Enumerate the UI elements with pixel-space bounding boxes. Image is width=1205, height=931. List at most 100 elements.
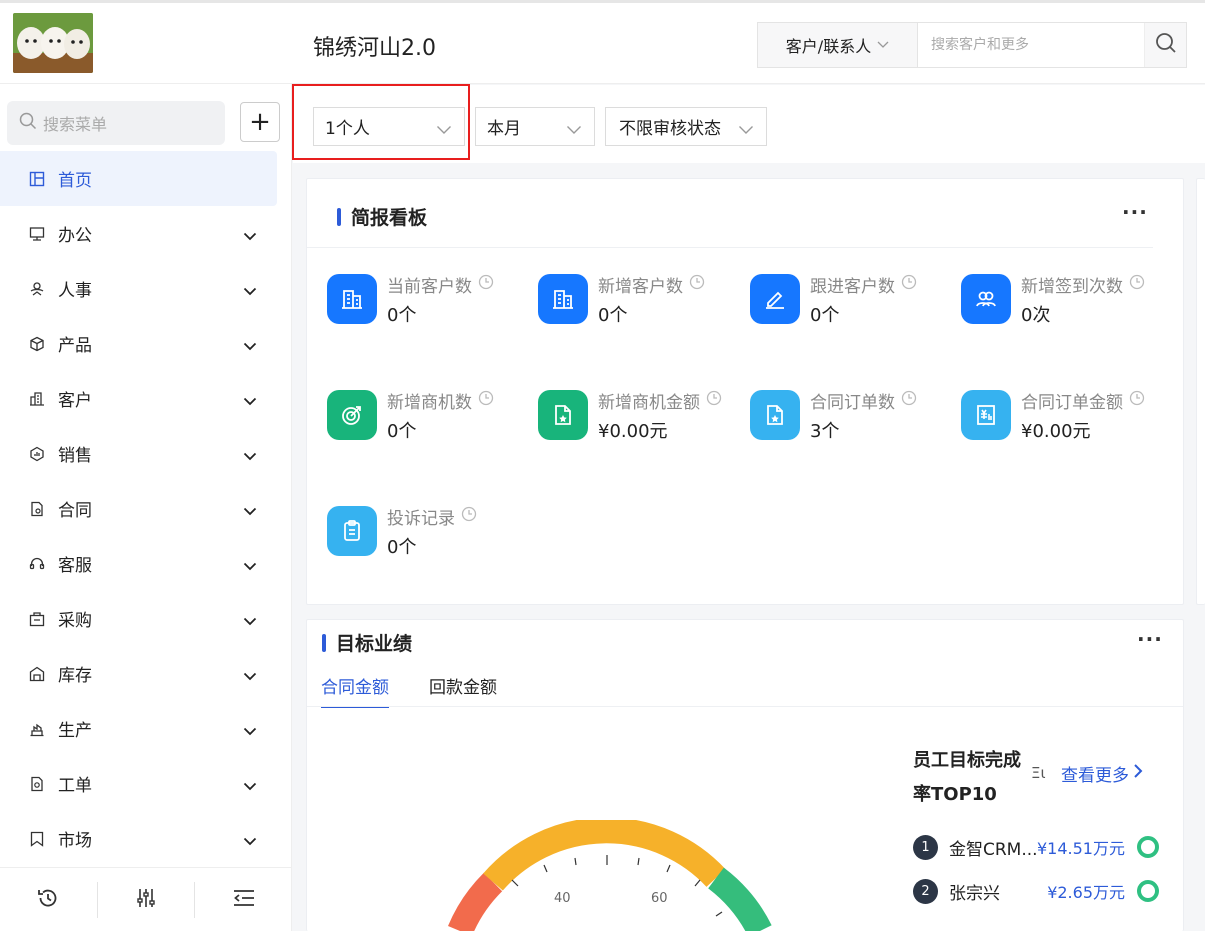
clock-icon — [461, 506, 477, 527]
metric-label-text: 新增商机金额 — [598, 393, 700, 413]
product-icon — [28, 335, 46, 353]
office-icon — [28, 225, 46, 243]
sidebar-footer — [0, 867, 292, 931]
metric-value: 0个 — [810, 305, 840, 326]
chevron-down-icon — [243, 391, 257, 411]
chevron-down-icon — [566, 120, 582, 140]
metric-label: 合同订单金额 — [1021, 388, 1145, 413]
gauge-segment-mid — [483, 820, 726, 891]
audit-status-select[interactable]: 不限审核状态 — [605, 107, 767, 146]
building-icon — [538, 274, 588, 324]
rank-employee-name: 张宗兴 — [949, 883, 1000, 904]
sidebar-item-sales[interactable]: 销售 — [0, 426, 292, 481]
app-title: 锦绣河山2.0 — [313, 36, 436, 61]
metric-tile[interactable]: 合同订单金额 ¥0.00元 — [961, 390, 1161, 460]
doc-star-icon — [538, 390, 588, 440]
metric-tile[interactable]: 当前客户数 0个 — [327, 274, 527, 344]
target-card-title: 目标业绩 — [322, 629, 412, 656]
target-more-button[interactable]: ··· — [1137, 627, 1163, 651]
customer-icon — [28, 390, 46, 408]
sidebar-item-purchase[interactable]: 采购 — [0, 591, 292, 646]
search-button[interactable] — [1144, 23, 1186, 67]
sidebar-item-contract[interactable]: 合同 — [0, 481, 292, 536]
sidebar-item-home[interactable]: 首页 — [0, 151, 277, 206]
sidebar-item-hr[interactable]: 人事 — [0, 261, 292, 316]
sidebar-item-label: 工单 — [58, 776, 92, 796]
ranking-title: 员工目标完成率TOP10 — [913, 750, 1021, 805]
chevron-down-icon — [243, 501, 257, 521]
audit-status-value: 不限审核状态 — [619, 119, 721, 139]
sidebar-menu: 首页 办公 人事 产品 客户 销售 合同 客服 采购 库存 生产 工单 市场 — [0, 151, 292, 866]
search-input[interactable] — [918, 23, 1144, 67]
search-icon — [19, 112, 37, 134]
metric-tile[interactable]: 跟进客户数 0个 — [750, 274, 950, 344]
add-button[interactable]: + — [240, 102, 280, 142]
chevron-down-icon — [243, 226, 257, 246]
sidebar-item-workorder[interactable]: 工单 — [0, 756, 292, 811]
menu-search-input[interactable]: 搜索菜单 — [7, 101, 225, 145]
metric-value: ¥0.00元 — [598, 421, 668, 442]
gauge-tick-label: 60 — [651, 891, 668, 906]
metric-value: 0个 — [387, 421, 417, 442]
company-logo[interactable] — [13, 13, 93, 73]
metric-label-text: 合同订单数 — [810, 393, 895, 413]
target-gauge: 40 60 — [447, 820, 772, 931]
period-select[interactable]: 本月 — [475, 107, 595, 146]
chevron-down-icon — [243, 281, 257, 301]
search-type-select[interactable]: 客户/联系人 — [758, 23, 918, 67]
tab-contract-amount[interactable]: 合同金额 — [321, 673, 389, 708]
metric-label-text: 新增商机数 — [387, 393, 472, 413]
metric-label: 投诉记录 — [387, 504, 477, 529]
sidebar-item-production[interactable]: 生产 — [0, 701, 292, 756]
metric-tile[interactable]: 合同订单数 3个 — [750, 390, 950, 460]
title-accent-bar — [322, 633, 326, 652]
metric-value: 0个 — [598, 305, 628, 326]
metric-tile[interactable]: 新增商机金额 ¥0.00元 — [538, 390, 738, 460]
edit-icon — [750, 274, 800, 324]
chevron-down-icon — [738, 120, 754, 140]
sidebar-item-label: 办公 — [58, 226, 92, 246]
sidebar-item-label: 客户 — [58, 391, 92, 411]
sales-icon — [28, 445, 46, 463]
ranking-row[interactable]: 1 金智CRM... ¥14.51万元 — [913, 834, 1163, 860]
workorder-icon — [28, 775, 46, 793]
brief-more-button[interactable]: ··· — [1122, 200, 1148, 224]
metric-tile[interactable]: 新增签到次数 0次 — [961, 274, 1161, 344]
metric-tile[interactable]: 新增客户数 0个 — [538, 274, 738, 344]
metric-label: 新增商机数 — [387, 388, 494, 413]
chevron-down-icon — [243, 611, 257, 631]
search-type-label: 客户/联系人 — [785, 37, 872, 56]
chevron-down-icon — [243, 336, 257, 356]
metric-value: 0次 — [1021, 305, 1051, 326]
sidebar-item-customer[interactable]: 客户 — [0, 371, 292, 426]
sidebar-item-inventory[interactable]: 库存 — [0, 646, 292, 701]
metric-tile[interactable]: 投诉记录 0个 — [327, 506, 527, 576]
clock-icon — [478, 274, 494, 295]
sidebar-item-label: 采购 — [58, 611, 92, 631]
sidebar-item-market[interactable]: 市场 — [0, 811, 292, 866]
sidebar-item-product[interactable]: 产品 — [0, 316, 292, 371]
target-icon — [327, 390, 377, 440]
metric-value: 0个 — [387, 537, 417, 558]
service-icon — [28, 555, 46, 573]
see-more-link[interactable]: 查看更多 — [1061, 761, 1143, 786]
metric-tile[interactable]: 新增商机数 0个 — [327, 390, 527, 460]
history-button[interactable] — [0, 882, 97, 918]
ranking-row[interactable]: 2 张宗兴 ¥2.65万元 — [913, 878, 1163, 904]
sidebar-item-service[interactable]: 客服 — [0, 536, 292, 591]
metric-label-text: 投诉记录 — [387, 509, 455, 529]
tab-payment-amount[interactable]: 回款金额 — [429, 673, 497, 708]
sidebar-item-label: 首页 — [58, 171, 92, 191]
collapse-menu-icon — [233, 889, 255, 911]
progress-ring-icon — [1137, 880, 1159, 902]
metric-label-text: 新增客户数 — [598, 277, 683, 297]
metric-label-text: 跟进客户数 — [810, 277, 895, 297]
settings-button[interactable] — [98, 882, 195, 918]
gauge-segment-high — [707, 867, 772, 931]
collapse-menu-button[interactable] — [195, 882, 292, 918]
chevron-down-icon — [243, 556, 257, 576]
purchase-icon — [28, 610, 46, 628]
sidebar-item-label: 客服 — [58, 556, 92, 576]
rank-number: 2 — [913, 878, 938, 904]
sidebar-item-office[interactable]: 办公 — [0, 206, 292, 261]
